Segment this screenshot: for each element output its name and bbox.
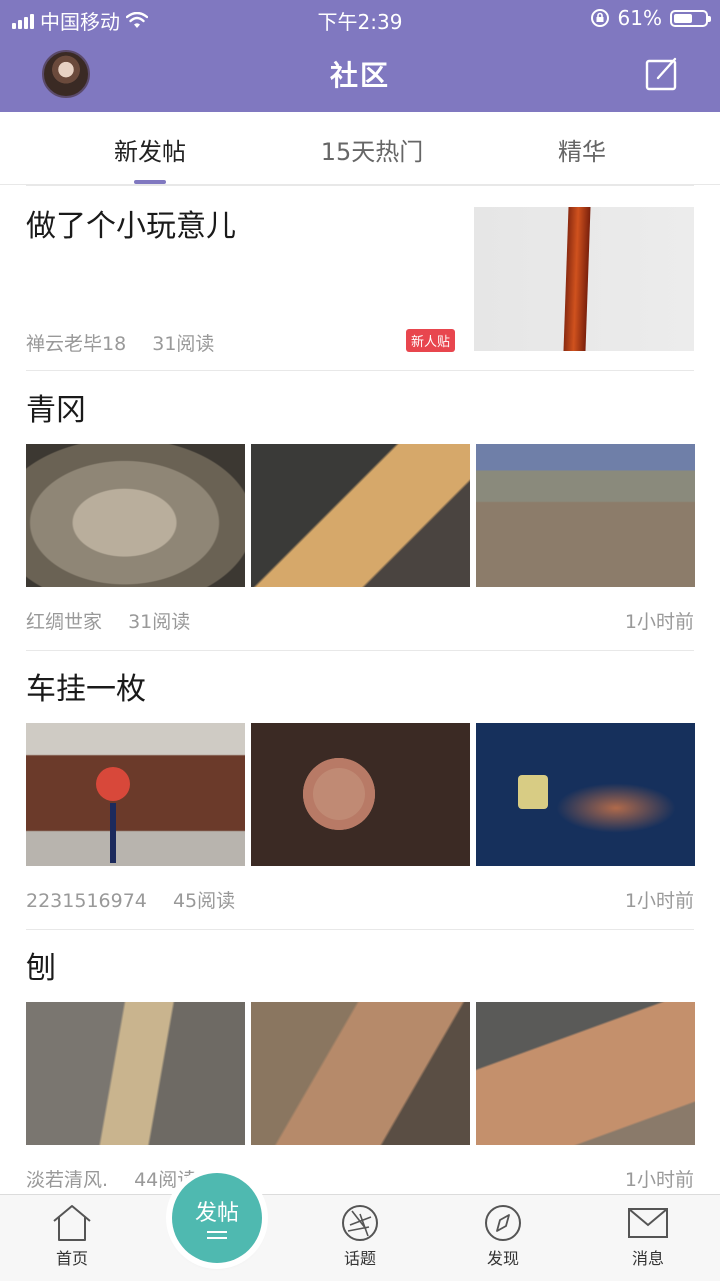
post-item[interactable]: 青冈 红绸世家 31阅读 1小时前 [26, 385, 695, 645]
post-meta: 禅云老毕18 31阅读 [26, 329, 214, 356]
tab-discover[interactable]: 发现 [443, 1203, 563, 1269]
post-image[interactable] [26, 444, 245, 587]
tab-home-label: 首页 [55, 1249, 88, 1268]
post-image[interactable] [251, 723, 470, 866]
post-image-grid [26, 723, 695, 866]
tab-hot-15-days[interactable]: 15天热门 [272, 132, 472, 167]
post-image[interactable] [476, 723, 695, 866]
post-author[interactable]: 淡若清风. [26, 1169, 108, 1191]
mail-icon [628, 1208, 668, 1238]
tab-featured[interactable]: 精华 [482, 132, 682, 167]
post-reads: 45阅读 [172, 890, 236, 912]
tab-topics[interactable]: 话题 [300, 1203, 420, 1269]
post-title: 青冈 [26, 393, 86, 428]
post-meta: 红绸世家 31阅读 [26, 607, 190, 634]
post-image[interactable] [476, 1002, 695, 1145]
post-image[interactable] [251, 444, 470, 587]
post-meta: 淡若清风. 44阅读 [26, 1165, 196, 1192]
compose-icon[interactable] [644, 56, 680, 92]
nav-bar: 社区 [0, 36, 720, 112]
tab-discover-label: 发现 [486, 1249, 519, 1268]
battery-icon [670, 9, 711, 27]
post-reads: 31阅读 [128, 611, 191, 633]
page-title: 社区 [329, 59, 390, 92]
post-image-grid [26, 1002, 695, 1145]
post-time: 1小时前 [624, 890, 694, 912]
battery-fill [674, 13, 692, 23]
active-tab-indicator [134, 180, 166, 184]
aperture-icon [342, 1205, 378, 1241]
post-time: 1小时前 [624, 1169, 694, 1191]
post-time: 1小时前 [624, 611, 694, 633]
post-image-grid [26, 444, 695, 587]
bottom-tab-bar: 首页 话题 发现 消息 [0, 1194, 720, 1281]
new-post-button[interactable]: 发帖 [172, 1173, 262, 1263]
post-meta: 2231516974 45阅读 [26, 886, 235, 913]
tab-new-posts[interactable]: 新发帖 [50, 132, 250, 167]
tab-home[interactable]: 首页 [12, 1203, 132, 1269]
post-item[interactable]: 车挂一枚 2231516974 45阅读 1小时前 [26, 664, 695, 924]
rotation-lock-icon [590, 9, 609, 27]
post-title: 车挂一枚 [26, 672, 146, 707]
feed-tabs: 新发帖 15天热门 精华 [0, 112, 720, 185]
post-image[interactable] [26, 723, 245, 866]
compass-icon [485, 1205, 521, 1241]
post-author[interactable]: 禅云老毕18 [26, 333, 126, 355]
home-icon [53, 1205, 91, 1241]
status-bar-right: 61% [590, 6, 711, 30]
post-image[interactable] [474, 207, 694, 351]
battery-percent: 61% [617, 6, 662, 30]
new-post-label: 发帖 [194, 1201, 239, 1226]
status-bar: 中国移动 下午2:39 61% [0, 0, 720, 36]
post-image[interactable] [476, 444, 695, 587]
new-user-badge: 新人贴 [406, 329, 456, 352]
post-author[interactable]: 红绸世家 [26, 611, 102, 633]
post-image[interactable] [26, 1002, 245, 1145]
tab-messages[interactable]: 消息 [588, 1203, 708, 1269]
post-author[interactable]: 2231516974 [26, 890, 147, 912]
post-reads: 31阅读 [152, 333, 215, 355]
tab-topics-label: 话题 [343, 1249, 376, 1268]
post-item[interactable]: 做了个小玩意儿 禅云老毕18 31阅读 新人贴 [26, 201, 694, 371]
post-feed[interactable]: 做了个小玩意儿 禅云老毕18 31阅读 新人贴 青冈 红绸世家 31阅读 1小时… [0, 185, 720, 1195]
post-title: 刨 [26, 951, 56, 986]
tab-messages-label: 消息 [631, 1249, 664, 1268]
post-image[interactable] [251, 1002, 470, 1145]
post-item[interactable]: 刨 淡若清风. 44阅读 1小时前 [26, 943, 695, 1195]
menu-lines-icon [207, 1231, 227, 1239]
